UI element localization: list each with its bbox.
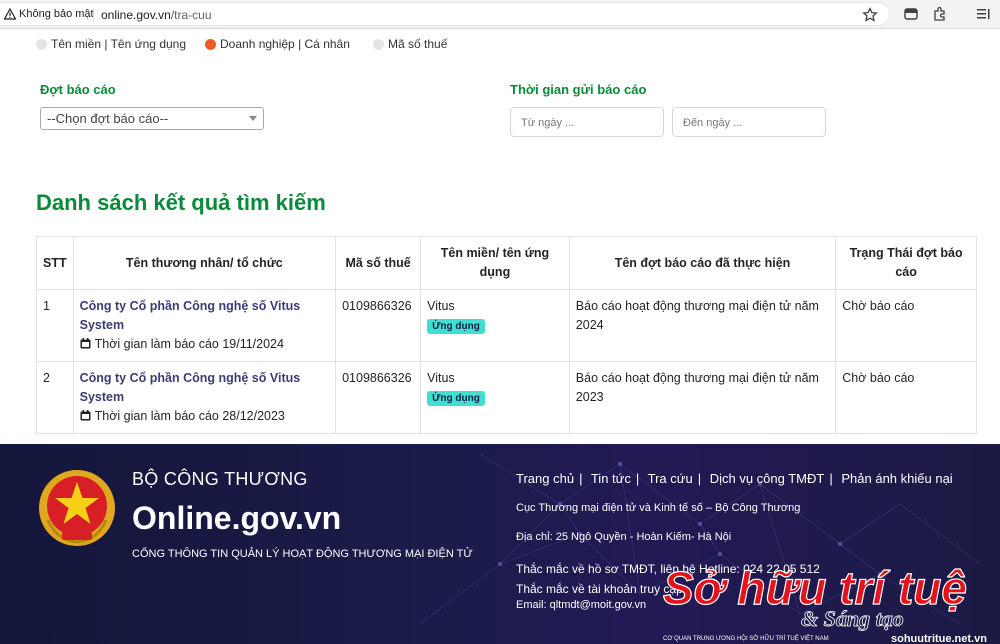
site-name: Online.gov.vn <box>132 500 342 536</box>
url-text[interactable]: online.gov.vn/tra-cuu <box>101 8 212 22</box>
status-text: Chờ báo cáo <box>835 361 977 434</box>
column-header: Tên thương nhân/ tổ chức <box>72 236 337 290</box>
column-header: STT <box>36 236 74 290</box>
radio-label: Mã số thuế <box>388 37 448 51</box>
report-time-text: Thời gian làm báo cáo 28/12/2023 <box>94 409 285 423</box>
url-path: /tra-cuu <box>170 8 212 22</box>
footer-link-news[interactable]: Tin tức <box>591 471 631 486</box>
watermark-tagline: CƠ QUAN TRUNG ƯƠNG HỘI SỞ HỮU TRÍ TUỆ VI… <box>663 634 829 642</box>
radio-tax-code[interactable]: Mã số thuế <box>373 37 447 51</box>
table-row: 2 Công ty Cổ phần Công nghệ số Vitus Sys… <box>36 361 977 434</box>
app-cell: Vitus Ứng dụng <box>420 289 570 362</box>
radio-domain-app[interactable]: Tên miền | Tên ứng dụng <box>36 37 186 51</box>
from-date-placeholder: Từ ngày ... <box>521 117 575 129</box>
report-time-text: Thời gian làm báo cáo 19/11/2024 <box>94 337 284 351</box>
footer-nav: Trang chủ | Tin tức | Tra cứu | Dịch vụ côn… <box>516 471 953 486</box>
browser-toolbar: Không bảo mật online.gov.vn/tra-cuu <box>0 0 1000 29</box>
company-cell: Công ty Cổ phần Công nghệ số Vitus Syste… <box>72 289 337 362</box>
results-table: STT Tên thương nhân/ tổ chức Mã số thuế … <box>36 236 977 434</box>
watermark-site: sohuutritue.net.vn <box>891 633 987 644</box>
report-time: Thời gian làm báo cáo 28/12/2023 <box>80 407 329 426</box>
column-header: Tên đợt báo cáo đã thực hiện <box>568 236 837 290</box>
app-name: Vitus <box>427 299 455 313</box>
agency-name: Cục Thương mại điện tử và Kinh tế số – B… <box>516 502 801 514</box>
nav-separator: | <box>579 471 583 486</box>
row-index: 2 <box>36 361 74 434</box>
report-name: Báo cáo hoạt động thương mại điện tử năm… <box>568 361 837 434</box>
column-header: Mã số thuế <box>335 236 422 290</box>
extensions-icon[interactable] <box>932 6 948 22</box>
national-emblem-logo <box>39 470 115 546</box>
radio-label: Tên miền | Tên ứng dụng <box>51 37 187 51</box>
portal-description: CỔNG THÔNG TIN QUẢN LÝ HOẠT ĐỘNG THƯƠNG … <box>132 548 473 560</box>
account-help-text: Thắc mắc về tài khoản truy cập <box>516 582 683 596</box>
period-select-value: --Chọn đợt báo cáo-- <box>47 111 169 126</box>
type-badge: Ứng dụng <box>427 391 485 406</box>
sohuutritue-watermark-logo: Sở hữu trí tuệ & Sáng tạo CƠ QUAN TRUNG … <box>662 562 987 644</box>
row-index: 1 <box>36 289 74 362</box>
period-label: Đợt báo cáo <box>40 82 116 97</box>
security-indicator[interactable]: Không bảo mật <box>4 8 94 20</box>
url-host: online.gov.vn <box>101 8 171 22</box>
from-date-input[interactable]: Từ ngày ... <box>510 107 664 137</box>
site-footer: BỘ CÔNG THƯƠNG Online.gov.vn CỔNG THÔNG … <box>0 444 1000 644</box>
watermark-sub: & Sáng tạo <box>801 606 904 631</box>
tax-code: 0109866326 <box>335 361 422 434</box>
company-cell: Công ty Cổ phần Công nghệ số Vitus Syste… <box>72 361 337 434</box>
nav-separator: | <box>635 471 640 486</box>
company-name-link[interactable]: Công ty Cổ phần Công nghệ số Vitus Syste… <box>80 297 329 335</box>
nav-separator: | <box>829 471 833 486</box>
report-time: Thời gian làm báo cáo 19/11/2024 <box>80 335 329 354</box>
radio-unchecked-icon <box>36 38 47 50</box>
radio-business-person[interactable]: Doanh nghiệp | Cá nhân <box>205 37 350 51</box>
app-cell: Vitus Ứng dụng <box>420 361 570 434</box>
time-label: Thời gian gửi báo cáo <box>510 82 647 97</box>
table-row: 1 Công ty Cổ phần Công nghệ số Vitus Sys… <box>36 289 977 362</box>
radio-checked-icon <box>205 38 216 50</box>
menu-icon[interactable] <box>975 6 991 22</box>
address-bar[interactable]: Không bảo mật online.gov.vn/tra-cuu <box>0 2 890 26</box>
footer-link-complaints[interactable]: Phản ánh khiếu nại <box>841 471 952 486</box>
status-text: Chờ báo cáo <box>835 289 977 362</box>
footer-link-services[interactable]: Dịch vụ công TMĐT <box>710 471 825 486</box>
bookmark-star-icon[interactable] <box>862 7 878 23</box>
security-label: Không bảo mật <box>19 8 94 20</box>
type-badge: Ứng dụng <box>427 319 485 334</box>
calendar-icon <box>80 410 91 421</box>
table-header-row: STT Tên thương nhân/ tổ chức Mã số thuế … <box>36 236 977 290</box>
ministry-name: BỘ CÔNG THƯƠNG <box>132 469 308 489</box>
dropdown-arrow-icon <box>249 116 257 121</box>
period-select[interactable]: --Chọn đợt báo cáo-- <box>40 107 264 130</box>
nav-separator: | <box>697 471 702 486</box>
to-date-input[interactable]: Đến ngày ... <box>672 107 826 137</box>
email-text[interactable]: Email: qltmdt@moit.gov.vn <box>516 599 646 611</box>
column-header: Tên miền/ tên ứng dụng <box>420 236 570 290</box>
company-name-link[interactable]: Công ty Cổ phần Công nghệ số Vitus Syste… <box>80 369 329 407</box>
radio-unchecked-icon <box>373 38 384 50</box>
footer-link-lookup[interactable]: Tra cứu <box>648 471 693 486</box>
tax-code: 0109866326 <box>335 289 422 362</box>
footer-link-home[interactable]: Trang chủ <box>516 471 574 486</box>
address-text: Địa chỉ: 25 Ngô Quyền - Hoàn Kiếm- Hà Nộ… <box>516 531 732 543</box>
app-name: Vitus <box>427 371 455 385</box>
radio-label: Doanh nghiệp | Cá nhân <box>220 37 350 51</box>
column-header: Trạng Thái đợt báo cáo <box>835 236 977 290</box>
report-name: Báo cáo hoạt động thương mại điện tử năm… <box>568 289 837 362</box>
sidebar-icon[interactable] <box>903 6 919 22</box>
calendar-icon <box>80 338 91 349</box>
to-date-placeholder: Đến ngày ... <box>683 117 743 129</box>
url-divider <box>93 8 94 22</box>
results-title: Danh sách kết quả tìm kiếm <box>36 190 326 215</box>
warning-icon <box>4 8 16 20</box>
